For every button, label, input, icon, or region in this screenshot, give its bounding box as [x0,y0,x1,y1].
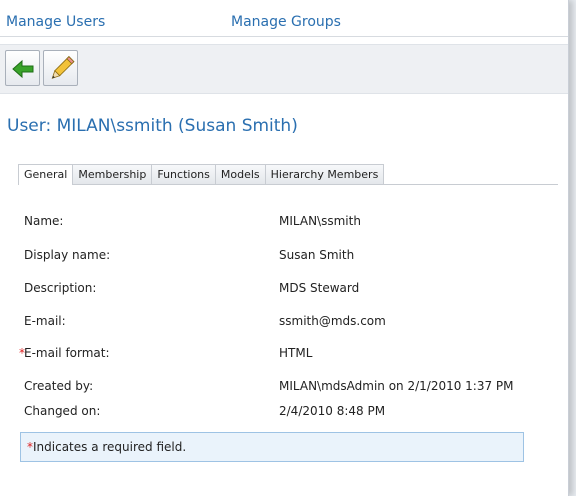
tab-membership[interactable]: Membership [72,164,153,184]
edit-button[interactable] [43,50,78,86]
page-title: User: MILAN\ssmith (Susan Smith) [7,116,298,136]
green-back-arrow-icon [12,59,34,79]
field-value: ssmith@mds.com [279,314,386,328]
field-value: MDS Steward [279,281,360,295]
field-value: MILAN\mdsAdmin on 2/1/2010 1:37 PM [279,379,514,393]
tab-general[interactable]: General [18,164,74,185]
required-field-note: *Indicates a required field. [20,432,524,462]
tab-strip: General Membership Functions Models Hier… [18,164,558,185]
top-navigation: Manage Users Manage Groups [0,0,568,37]
user-detail-panel: Manage Users Manage Groups User: MILAN\s… [0,0,569,496]
tab-models[interactable]: Models [214,164,266,184]
field-label: E-mail format: [24,346,110,360]
field-label: Display name: [24,248,111,262]
field-value: 2/4/2010 8:48 PM [279,404,386,418]
field-value: Susan Smith [279,248,355,262]
field-label: Created by: [24,379,94,393]
manage-groups-link[interactable]: Manage Groups [231,14,341,30]
field-label: Description: [24,281,97,295]
toolbar [0,44,568,94]
field-value: MILAN\ssmith [279,214,361,228]
field-value: HTML [279,346,313,360]
pencil-edit-icon [51,56,75,79]
field-label: Name: [24,214,64,228]
tab-hierarchy-members[interactable]: Hierarchy Members [264,164,385,184]
manage-users-link[interactable]: Manage Users [6,14,105,30]
field-label: Changed on: [24,404,101,418]
required-note-text: Indicates a required field. [33,440,187,454]
tab-functions[interactable]: Functions [151,164,216,184]
field-label: E-mail: [24,314,66,328]
back-button[interactable] [5,50,40,86]
